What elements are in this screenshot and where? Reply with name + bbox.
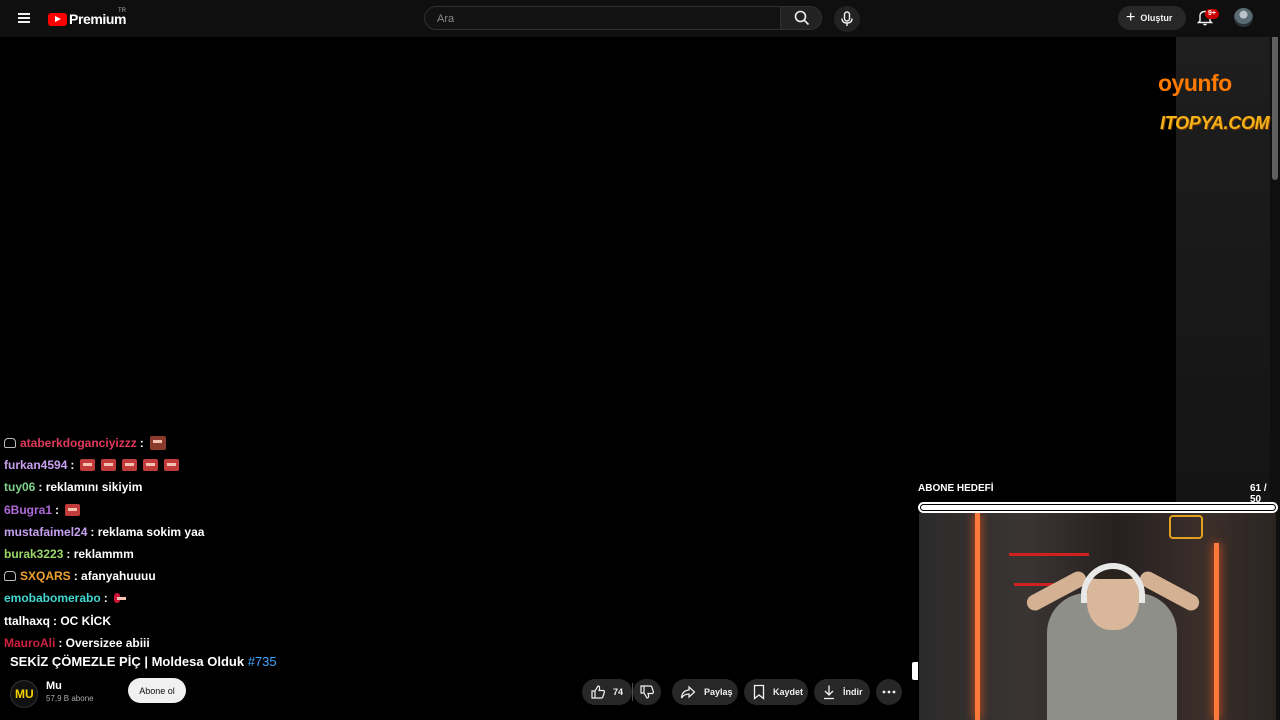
subscriber-count: 57,9 B abone bbox=[46, 694, 94, 703]
chat-emote-icon bbox=[80, 459, 96, 472]
chat-message: ataberkdoganciyizzz : bbox=[4, 432, 424, 454]
user-avatar[interactable] bbox=[1234, 8, 1253, 27]
scrollbar-thumb[interactable] bbox=[1272, 20, 1278, 180]
chat-emote-icon bbox=[65, 503, 81, 516]
user-badge-icon bbox=[4, 571, 16, 582]
chat-emote-icon bbox=[101, 459, 117, 472]
chat-emote-icon bbox=[149, 436, 166, 451]
channel-initials: MU bbox=[15, 687, 34, 701]
chat-message: emobabomerabo : bbox=[4, 587, 424, 609]
search-input[interactable] bbox=[435, 12, 769, 26]
download-label: İndir bbox=[843, 687, 863, 697]
chat-message: SXQARS : afanyahuuuu bbox=[4, 565, 424, 587]
share-icon bbox=[680, 685, 696, 699]
chat-message-text: : afanyahuuuu bbox=[73, 569, 156, 584]
download-button[interactable]: İndir bbox=[814, 679, 870, 705]
search-button[interactable] bbox=[780, 6, 822, 30]
chat-message-text: : reklamını sikiyim bbox=[38, 480, 143, 495]
save-label: Kaydet bbox=[773, 687, 804, 697]
create-button[interactable]: + Oluştur bbox=[1118, 6, 1186, 30]
create-label: Oluştur bbox=[1140, 13, 1173, 23]
streamer-webcam bbox=[919, 513, 1276, 720]
chat-message-text: : bbox=[55, 502, 60, 517]
channel-avatar[interactable]: MU bbox=[10, 680, 38, 708]
chat-message-text: : bbox=[103, 591, 108, 606]
chat-message-text: : reklammm bbox=[66, 546, 134, 561]
chat-message-text: : Oversizee abiii bbox=[58, 635, 150, 650]
chat-username: emobabomerabo bbox=[4, 591, 101, 606]
dislike-button[interactable] bbox=[633, 679, 661, 705]
chat-message: burak3223 : reklammm bbox=[4, 543, 424, 565]
chat-emote-icon bbox=[143, 459, 159, 472]
chat-emote-icon bbox=[122, 459, 138, 472]
like-count: 74 bbox=[613, 687, 624, 697]
top-bar: Premium TR + Oluştur 9+ bbox=[0, 0, 1280, 37]
microphone-icon bbox=[841, 11, 853, 26]
channel-name[interactable]: Mu bbox=[46, 680, 62, 692]
video-title-text: SEKİZ ÇÖMEZLE PİÇ | Moldesa Olduk bbox=[10, 654, 245, 669]
chat-username: tuy06 bbox=[4, 480, 36, 495]
sub-goal-progress-bar bbox=[918, 502, 1278, 513]
country-code: TR bbox=[118, 8, 126, 14]
youtube-premium-logo[interactable]: Premium TR bbox=[48, 8, 127, 28]
subscribe-button[interactable]: Abone ol bbox=[128, 678, 186, 703]
chat-username: furkan4594 bbox=[4, 458, 68, 473]
stream-chat-overlay: ataberkdoganciyizzz : furkan4594 : tuy06 :… bbox=[4, 432, 424, 654]
chat-message: tuy06 : reklamını sikiyim bbox=[4, 476, 424, 498]
save-button[interactable]: Kaydet bbox=[744, 679, 808, 705]
chat-username: SXQARS bbox=[20, 569, 71, 584]
video-title: SEKİZ ÇÖMEZLE PİÇ | Moldesa Olduk #735 bbox=[10, 654, 277, 669]
chat-message: mustafaimel24 : reklama sokim yaa bbox=[4, 521, 424, 543]
search-box bbox=[424, 6, 780, 30]
chat-message-text: : bbox=[139, 436, 144, 450]
voice-search-button[interactable] bbox=[834, 6, 860, 32]
player-side-indicator bbox=[912, 662, 918, 680]
chat-emote-icon bbox=[164, 459, 180, 472]
like-button[interactable]: 74 bbox=[582, 679, 632, 705]
share-button[interactable]: Paylaş bbox=[672, 679, 738, 705]
more-actions-button[interactable] bbox=[876, 679, 902, 705]
search-icon bbox=[794, 10, 810, 26]
chat-username: 6Bugra1 bbox=[4, 502, 53, 517]
chat-message-text: : bbox=[70, 458, 75, 473]
share-label: Paylaş bbox=[704, 687, 733, 697]
youtube-play-icon bbox=[48, 12, 67, 26]
download-icon bbox=[824, 685, 834, 700]
sub-goal-progress-fill bbox=[921, 505, 1275, 510]
sponsor-logo-oyunfo: oyunfo bbox=[1158, 70, 1232, 97]
chat-message: furkan4594 : bbox=[4, 454, 424, 476]
notification-count-badge: 9+ bbox=[1205, 9, 1219, 19]
chat-message-text: : OC KİCK bbox=[53, 613, 112, 628]
video-hashtag[interactable]: #735 bbox=[248, 654, 277, 669]
chat-username: ataberkdoganciyizzz bbox=[20, 436, 137, 450]
chat-emote-icon bbox=[113, 593, 126, 604]
sponsor-logo-itopya: ITOPYA.COM bbox=[1160, 113, 1270, 133]
chat-username: ttalhaxq bbox=[4, 613, 51, 628]
hamburger-menu-icon[interactable] bbox=[12, 6, 36, 30]
chat-username: mustafaimel24 bbox=[4, 524, 88, 539]
chat-message: 6Bugra1 : bbox=[4, 499, 424, 521]
more-horizontal-icon bbox=[882, 690, 896, 694]
chat-message: MauroAli : Oversizee abiii bbox=[4, 632, 424, 654]
chat-message: ttalhaxq : OC KİCK bbox=[4, 610, 424, 632]
thumbs-up-icon bbox=[591, 685, 606, 699]
chat-message-text: : reklama sokim yaa bbox=[90, 524, 205, 539]
plus-icon: + bbox=[1126, 9, 1136, 26]
chat-username: MauroAli bbox=[4, 635, 56, 650]
bookmark-icon bbox=[753, 684, 765, 700]
thumbs-down-icon bbox=[640, 685, 655, 699]
user-badge-icon bbox=[4, 438, 16, 449]
chat-username: burak3223 bbox=[4, 546, 64, 561]
sponsor-text-1: oyunfo bbox=[1158, 70, 1232, 96]
sub-goal-label: ABONE HEDEFİ bbox=[918, 483, 994, 494]
